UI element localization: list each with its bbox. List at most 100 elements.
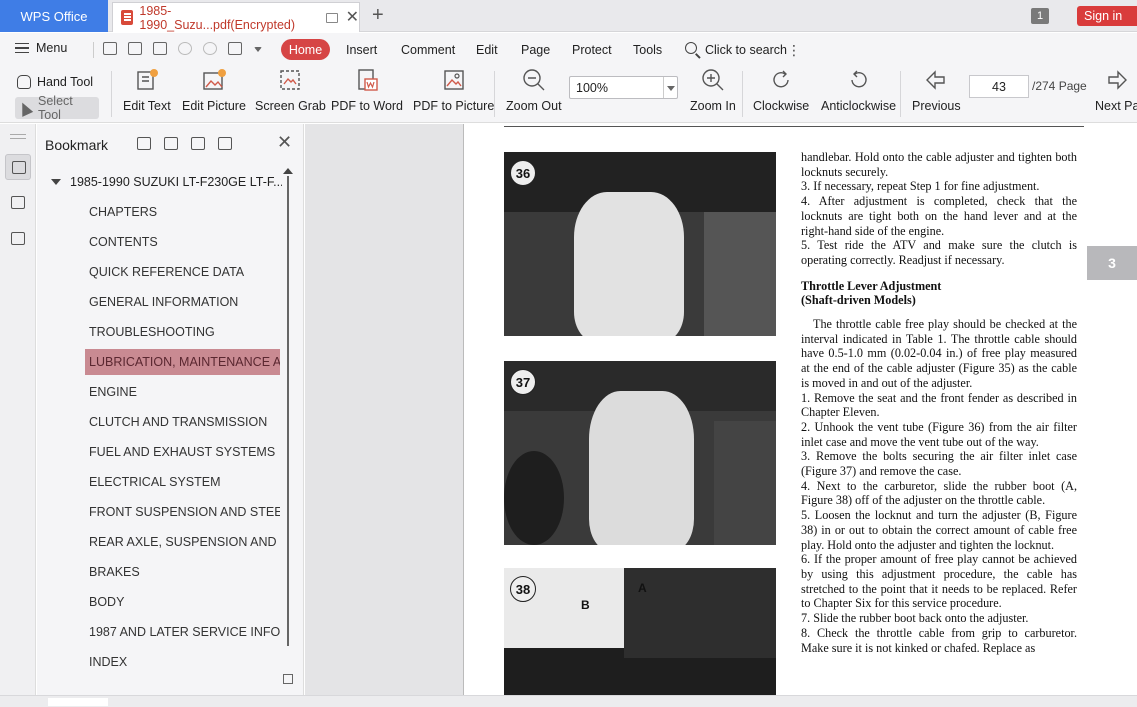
bookmark-item[interactable]: TROUBLESHOOTING (85, 319, 280, 345)
hand-icon (17, 75, 31, 89)
arrow-right-icon (1105, 68, 1129, 92)
zoom-out-button[interactable]: Zoom Out (506, 68, 562, 113)
select-tool-button[interactable]: Select Tool (15, 94, 99, 122)
drag-grip-icon[interactable] (10, 134, 26, 135)
chevron-down-icon[interactable] (51, 179, 61, 185)
bookmark-item[interactable]: CONTENTS (85, 229, 280, 255)
new-tab-plus-icon[interactable]: + (372, 4, 384, 27)
figure-photo: 36 (504, 152, 776, 336)
pdf-to-picture-icon (442, 68, 466, 92)
expand-all-icon[interactable] (137, 137, 151, 150)
bookmark-item[interactable]: ENGINE (85, 379, 280, 405)
pdf-to-word-button[interactable]: PDF to Word (331, 68, 403, 113)
previous-page-button[interactable]: Previous (912, 68, 961, 113)
bookmark-item[interactable]: QUICK REFERENCE DATA (85, 259, 280, 285)
paragraph: handlebar. Hold onto the cable adjuster … (801, 150, 1077, 179)
hamburger-icon (15, 43, 29, 53)
scroll-up-icon[interactable] (283, 168, 293, 174)
export-icon[interactable] (228, 42, 242, 55)
previous-label: Previous (912, 99, 961, 113)
thumbnail-panel-button[interactable] (5, 190, 31, 216)
bookmark-item[interactable]: BODY (85, 589, 280, 615)
pdf-page: 36 37 38 A B 3 handlebar. Hold onto the … (463, 124, 1137, 695)
rotate-anticlockwise-icon (847, 68, 871, 92)
bookmark-item[interactable]: REAR AXLE, SUSPENSION AND FIN... (85, 529, 280, 555)
close-tab-icon[interactable]: ✕ (346, 9, 359, 26)
save-icon[interactable] (128, 42, 142, 55)
open-folder-icon[interactable] (103, 42, 117, 55)
bookmark-list-icon (12, 161, 26, 174)
screen-grab-button[interactable]: Screen Grab (255, 68, 326, 113)
document-viewport[interactable]: 36 37 38 A B 3 handlebar. Hold onto the … (305, 124, 1137, 695)
clockwise-label: Clockwise (753, 99, 810, 113)
bookmark-panel-button[interactable] (5, 154, 31, 180)
annotation-panel-button[interactable] (5, 226, 31, 252)
scrollbar-track[interactable] (287, 176, 289, 646)
bookmark-options-icon[interactable] (218, 137, 232, 150)
edit-text-button[interactable]: Edit Text (123, 68, 171, 113)
tab-tools[interactable]: Tools (633, 43, 662, 57)
bookmark-item[interactable]: INDEX (85, 649, 280, 675)
edit-picture-button[interactable]: Edit Picture (182, 68, 246, 113)
chevron-down-icon[interactable] (663, 77, 677, 98)
current-page-input[interactable]: 43 (969, 75, 1029, 98)
collapse-all-icon[interactable] (164, 137, 178, 150)
pdf-to-picture-button[interactable]: PDF to Picture (413, 68, 494, 113)
tab-edit[interactable]: Edit (476, 43, 498, 57)
bookmark-item[interactable]: 1987 AND LATER SERVICE INFOR... (85, 619, 280, 645)
arrow-left-icon (924, 68, 948, 92)
document-tab[interactable]: 1985-1990_Suzu...pdf(Encrypted) ✕ (112, 2, 360, 32)
sign-in-button[interactable]: Sign in (1077, 6, 1137, 26)
tab-home[interactable]: Home (281, 39, 330, 60)
redo-icon[interactable] (203, 42, 217, 55)
search-icon[interactable] (685, 42, 697, 54)
separator (494, 71, 495, 117)
scroll-down-icon[interactable] (283, 674, 293, 684)
bookmark-item[interactable]: CLUTCH AND TRANSMISSION (85, 409, 280, 435)
app-home-tab[interactable]: WPS Office (0, 0, 108, 32)
document-tab-title: 1985-1990_Suzu...pdf(Encrypted) (139, 3, 296, 32)
bookmark-item[interactable]: ELECTRICAL SYSTEM (85, 469, 280, 495)
bookmark-item[interactable]: CHAPTERS (85, 199, 280, 225)
tab-page[interactable]: Page (521, 43, 550, 57)
edit-picture-icon (202, 68, 226, 92)
paragraph: 5. Loosen the locknut and turn the adjus… (801, 508, 1077, 552)
add-bookmark-icon[interactable] (191, 137, 205, 150)
title-bar: WPS Office 1985-1990_Suzu...pdf(Encrypte… (0, 0, 1137, 32)
rotate-anticlockwise-button[interactable]: Anticlockwise (821, 68, 896, 113)
rotate-clockwise-button[interactable]: Clockwise (753, 68, 809, 113)
bookmark-root[interactable]: 1985-1990 SUZUKI LT-F230GE LT-F... (50, 175, 282, 189)
zoom-in-button[interactable]: Zoom In (690, 68, 736, 113)
bookmark-item[interactable]: BRAKES (85, 559, 280, 585)
status-field[interactable] (48, 698, 108, 706)
tab-insert[interactable]: Insert (346, 43, 377, 57)
bookmark-scrollbar[interactable] (282, 168, 294, 688)
screen-grab-label: Screen Grab (255, 99, 326, 113)
tab-comment[interactable]: Comment (401, 43, 455, 57)
undo-icon[interactable] (178, 42, 192, 55)
separator (900, 71, 901, 117)
screen-grab-icon (278, 68, 302, 92)
page-header-rule (504, 126, 1084, 127)
hand-tool-label: Hand Tool (37, 75, 94, 89)
search-box[interactable]: Click to search (705, 43, 787, 57)
bookmark-item[interactable]: FUEL AND EXHAUST SYSTEMS (85, 439, 280, 465)
bookmark-item-selected[interactable]: LUBRICATION, MAINTENANCE A... (85, 349, 280, 375)
bookmark-item[interactable]: FRONT SUSPENSION AND STEERI... (85, 499, 280, 525)
close-panel-icon[interactable]: ✕ (277, 132, 292, 153)
pdf-to-picture-label: PDF to Picture (413, 99, 495, 113)
zoom-level-select[interactable]: 100% (569, 76, 678, 99)
main-menu-button[interactable]: Menu (15, 41, 67, 55)
hand-tool-button[interactable]: Hand Tool (17, 71, 93, 93)
more-options-icon[interactable]: ⋮ (787, 42, 801, 59)
figure-number: 38 (510, 576, 536, 602)
zoom-level-value: 100% (576, 80, 608, 95)
next-page-button[interactable]: Next Page (1095, 68, 1137, 113)
bookmark-item[interactable]: GENERAL INFORMATION (85, 289, 280, 315)
annotation-icon (11, 232, 25, 245)
quick-access-dropdown-icon[interactable] (254, 47, 262, 52)
print-icon[interactable] (153, 42, 167, 55)
window-count-badge[interactable]: 1 (1031, 8, 1049, 24)
tab-protect[interactable]: Protect (572, 43, 612, 57)
tab-window-icon[interactable] (326, 12, 338, 23)
